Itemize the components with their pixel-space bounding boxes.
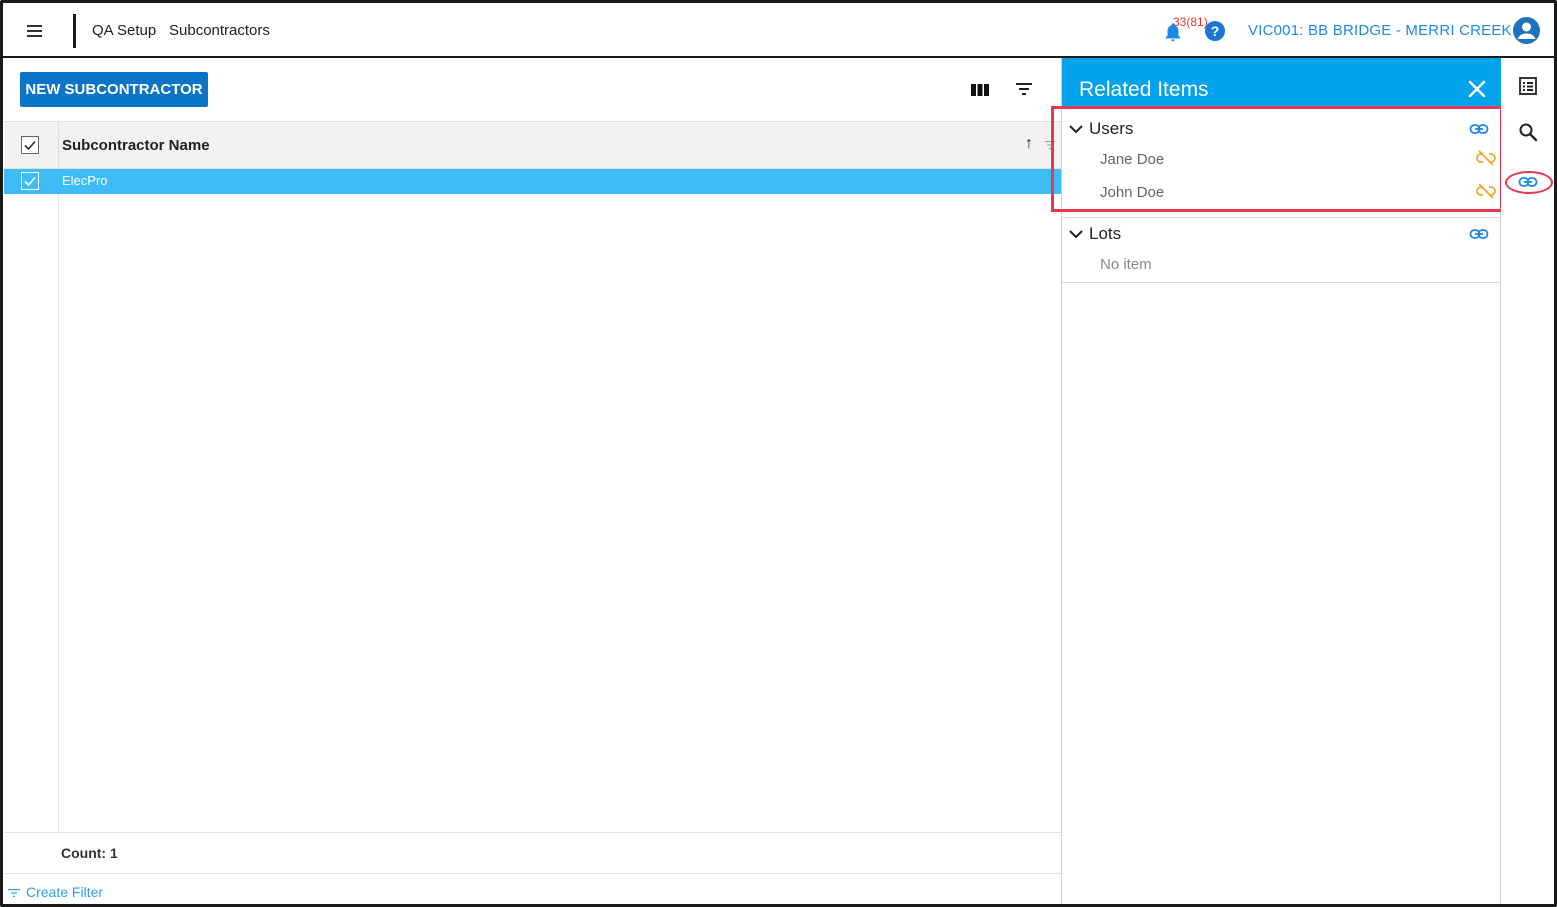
- search-icon[interactable]: [1518, 122, 1538, 142]
- select-all-checkbox[interactable]: [21, 136, 39, 154]
- close-icon[interactable]: [1466, 78, 1488, 100]
- project-selector[interactable]: VIC001: BB BRIDGE - MERRI CREEK: [1248, 22, 1512, 39]
- row-subcontractor-name[interactable]: ElecPro: [62, 173, 108, 188]
- breadcrumb-subcontractors: Subcontractors: [169, 22, 270, 39]
- notification-count: 33(81): [1173, 15, 1208, 29]
- section-divider: [1062, 217, 1502, 218]
- footer-divider: [4, 873, 1061, 874]
- filter-icon: [8, 889, 20, 897]
- related-items-header: Related Items: [1062, 58, 1502, 108]
- filter-icon[interactable]: [1014, 81, 1034, 97]
- footer-divider: [4, 832, 1061, 833]
- create-filter-label: Create Filter: [26, 884, 104, 900]
- create-filter-link[interactable]: Create Filter: [8, 884, 103, 900]
- related-items-title: Related Items: [1079, 78, 1209, 101]
- sort-arrow-icon[interactable]: ↑: [1025, 135, 1033, 153]
- lots-empty-text: No item: [1100, 256, 1152, 273]
- grid-header: Subcontractor Name ↑: [4, 121, 1061, 170]
- section-title-lots[interactable]: Lots: [1089, 224, 1121, 244]
- column-header-subcontractor-name[interactable]: Subcontractor Name: [62, 137, 210, 154]
- column-divider: [58, 194, 59, 832]
- chevron-down-icon[interactable]: [1068, 226, 1084, 242]
- table-row[interactable]: ElecPro: [4, 169, 1061, 194]
- column-divider: [58, 122, 59, 170]
- row-count: Count: 1: [61, 845, 118, 861]
- section-divider: [1062, 282, 1502, 283]
- help-circle-icon[interactable]: ?: [1205, 21, 1225, 41]
- hamburger-icon[interactable]: [23, 19, 47, 43]
- row-checkbox[interactable]: [21, 172, 39, 190]
- account-circle-icon[interactable]: [1513, 17, 1540, 44]
- link-icon[interactable]: [1469, 227, 1489, 241]
- header-divider: [73, 14, 76, 48]
- list-details-icon[interactable]: [1518, 76, 1538, 96]
- annotation-highlight-circle: [1505, 171, 1553, 194]
- columns-icon[interactable]: [970, 82, 990, 98]
- breadcrumb-qa-setup[interactable]: QA Setup: [92, 22, 156, 39]
- annotation-highlight-box: [1051, 106, 1503, 212]
- new-subcontractor-button[interactable]: NEW SUBCONTRACTOR: [20, 72, 208, 107]
- top-bar: QA Setup Subcontractors 33(81) ? VIC001:…: [3, 3, 1554, 58]
